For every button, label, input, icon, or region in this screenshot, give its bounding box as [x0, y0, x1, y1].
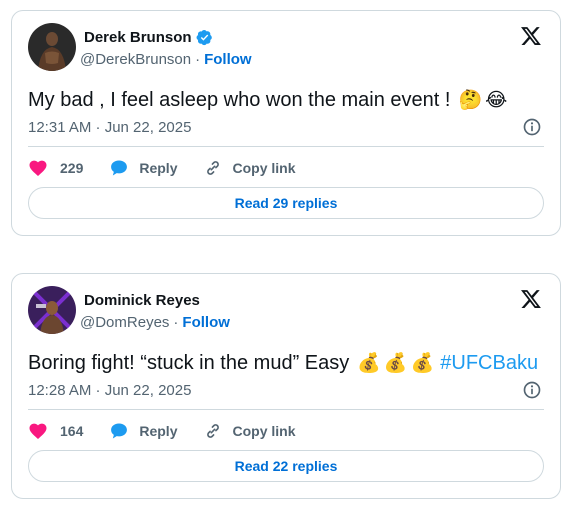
- like-count: 164: [60, 423, 84, 439]
- heart-icon: [29, 160, 47, 176]
- copy-link-button[interactable]: Copy link: [203, 158, 296, 178]
- link-icon: [207, 161, 220, 175]
- money-bag-emoji: 💰: [383, 352, 408, 374]
- follow-button[interactable]: Follow: [204, 51, 252, 68]
- link-icon: [207, 424, 220, 438]
- like-button[interactable]: 164: [28, 421, 83, 441]
- copy-link-button[interactable]: Copy link: [203, 421, 296, 441]
- hashtag-link[interactable]: #UFCBaku: [440, 350, 538, 376]
- timestamp[interactable]: 12:28 AM · Jun 22, 2025: [28, 382, 191, 399]
- divider: [28, 146, 544, 147]
- handle[interactable]: @DomReyes: [80, 314, 169, 331]
- x-logo-icon[interactable]: [520, 25, 542, 47]
- like-count: 229: [60, 160, 84, 176]
- tweet-body: Boring fight! “stuck in the mud” Easy: [28, 352, 350, 374]
- follow-button[interactable]: Follow: [182, 314, 230, 331]
- verified-badge-icon: [196, 30, 212, 46]
- avatar[interactable]: [28, 286, 76, 334]
- tweet-text: Boring fight! “stuck in the mud” Easy 💰 …: [28, 350, 538, 376]
- copy-link-label: Copy link: [232, 160, 296, 176]
- separator: ·: [195, 51, 201, 68]
- info-icon[interactable]: [522, 380, 542, 400]
- reply-label: Reply: [139, 160, 178, 176]
- action-bar: 229 Reply Copy link: [28, 157, 322, 179]
- action-bar: 164 Reply Copy link: [28, 420, 322, 442]
- read-replies-button[interactable]: Read 29 replies: [28, 187, 544, 219]
- read-replies-button[interactable]: Read 22 replies: [28, 450, 544, 482]
- tweet-body: My bad , I feel asleep who won the main …: [28, 89, 451, 111]
- reply-button[interactable]: Reply: [109, 158, 177, 178]
- money-bag-emoji: 💰: [357, 352, 381, 374]
- handle[interactable]: @DerekBrunson: [80, 51, 191, 68]
- separator: ·: [173, 314, 179, 331]
- copy-link-label: Copy link: [232, 423, 296, 439]
- like-button[interactable]: 229: [28, 158, 83, 178]
- tweet-card: Derek Brunson @DerekBrunson · Follow My ba…: [11, 10, 561, 236]
- reply-label: Reply: [139, 423, 178, 439]
- info-icon[interactable]: [522, 117, 542, 137]
- money-bag-emoji: 💰: [410, 352, 435, 374]
- display-name[interactable]: Derek Brunson: [84, 29, 192, 46]
- laughing-tears-emoji: 😂: [485, 89, 508, 111]
- thinking-face-emoji: 🤔: [458, 89, 483, 111]
- timestamp[interactable]: 12:31 AM · Jun 22, 2025: [28, 119, 191, 136]
- tweet-text: My bad , I feel asleep who won the main …: [28, 87, 507, 113]
- tweet-card: Dominick Reyes @DomReyes · Follow Boring f…: [11, 273, 561, 499]
- display-name[interactable]: Dominick Reyes: [84, 292, 200, 309]
- reply-bubble-icon: [111, 423, 128, 439]
- x-logo-icon[interactable]: [520, 288, 542, 310]
- avatar[interactable]: [28, 23, 76, 71]
- heart-icon: [29, 423, 47, 439]
- divider: [28, 409, 544, 410]
- reply-bubble-icon: [111, 160, 128, 176]
- reply-button[interactable]: Reply: [109, 421, 177, 441]
